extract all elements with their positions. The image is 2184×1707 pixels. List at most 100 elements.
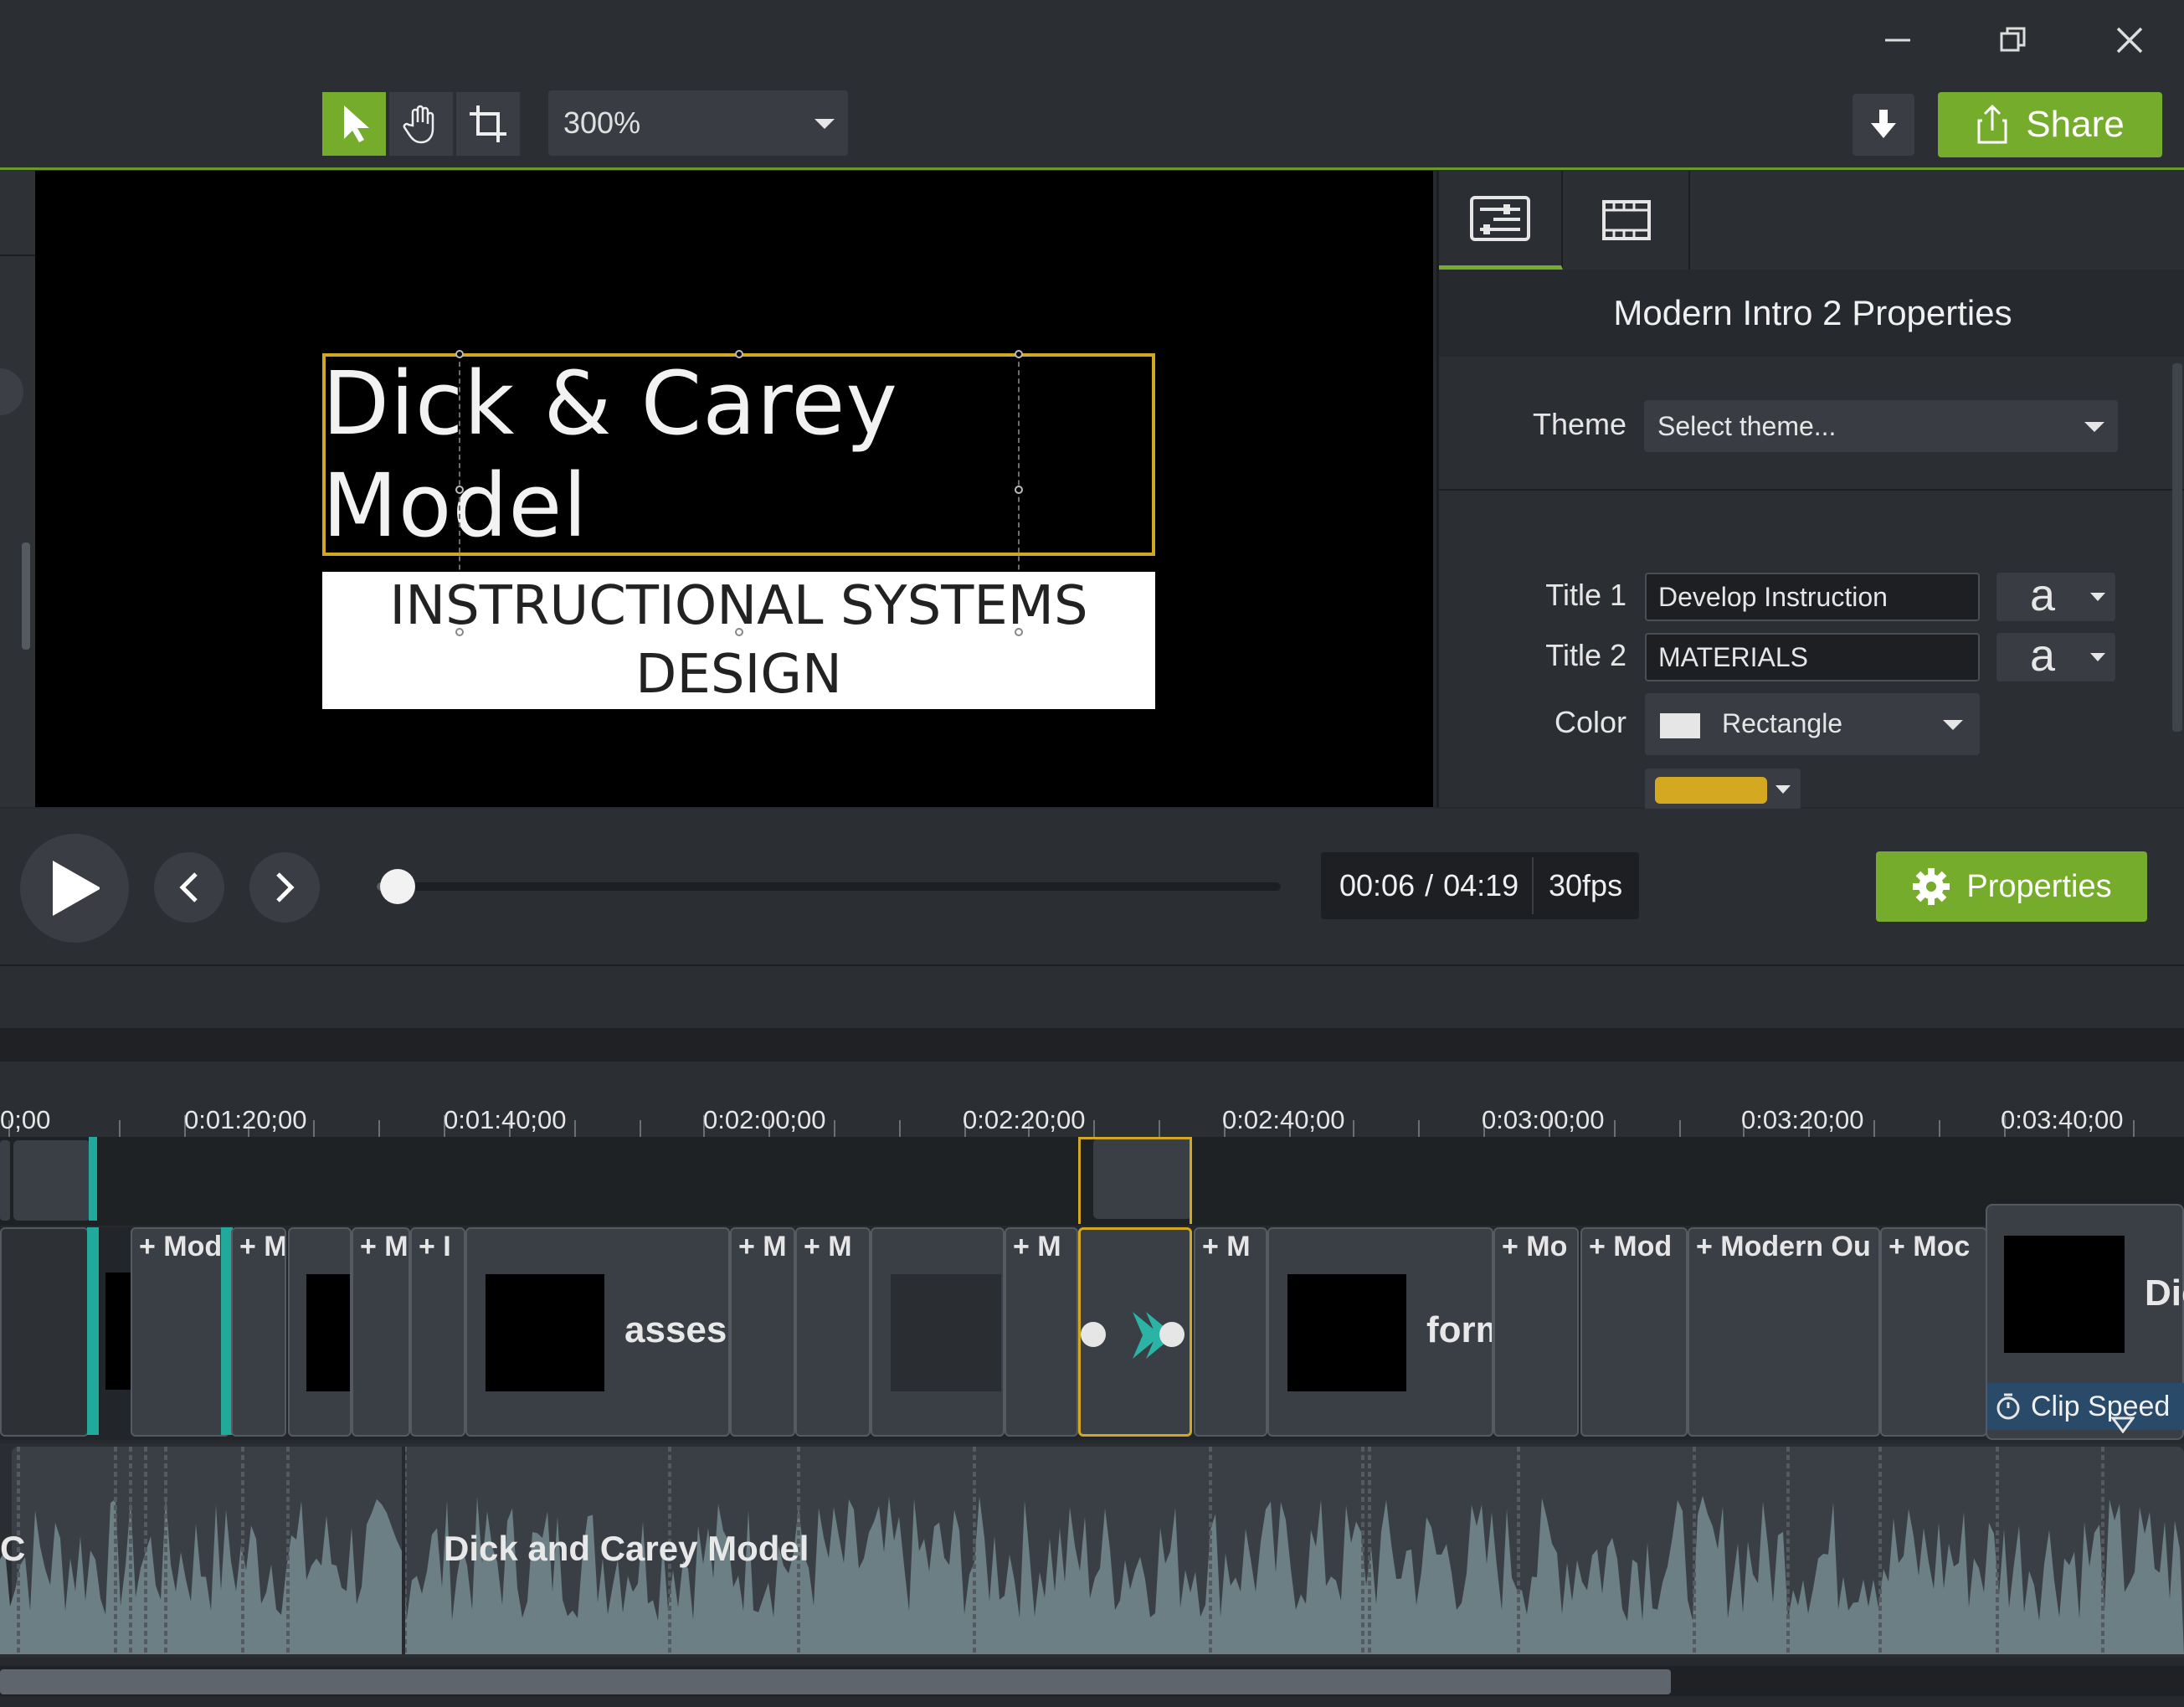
panel-toggle[interactable]: [0, 368, 23, 415]
timeline-clip[interactable]: + I: [410, 1227, 465, 1437]
timeline-header-gap: [0, 1028, 2184, 1062]
preview-canvas[interactable]: Dick & Carey Model INSTRUCTIONAL SYSTEMS…: [35, 171, 1433, 807]
stopwatch-icon: [1996, 1393, 2020, 1420]
timeline-clip[interactable]: + M: [231, 1227, 286, 1437]
share-label: Share: [2026, 104, 2125, 145]
properties-button[interactable]: Properties: [1876, 851, 2147, 922]
scrubber-handle[interactable]: [379, 869, 415, 904]
title1-font-select[interactable]: a: [1996, 573, 2115, 621]
zoom-select[interactable]: 300%: [548, 90, 848, 156]
selected-timeline-clip[interactable]: [1078, 1227, 1192, 1437]
crop-tool-button[interactable]: [456, 92, 520, 156]
tab-visual-properties[interactable]: [1439, 171, 1563, 270]
color-picker[interactable]: [1645, 769, 1801, 810]
timeline-scroll-thumb[interactable]: [0, 1669, 1671, 1694]
resize-handle[interactable]: [735, 628, 743, 636]
ruler-label: 0:03:40;00: [2001, 1105, 2124, 1134]
share-button[interactable]: Share: [1938, 92, 2162, 157]
resize-handle[interactable]: [1015, 628, 1023, 636]
timeline-clip[interactable]: [0, 1227, 89, 1437]
timeline-clip[interactable]: [13, 1140, 90, 1221]
resize-handle[interactable]: [455, 486, 464, 494]
theme-value: Select theme...: [1657, 410, 1837, 441]
audio-clip-divider: [402, 1447, 405, 1654]
timeline-clip[interactable]: assess: [465, 1227, 730, 1437]
audio-track[interactable]: C Dick and Carey Model: [0, 1443, 2184, 1658]
timeline-ruler[interactable]: 0;00 0:01:20;00 0:01:40;00 0:02:00;00 0:…: [0, 1062, 2184, 1137]
next-button[interactable]: [249, 852, 320, 923]
timeline-clip[interactable]: form: [1267, 1227, 1493, 1437]
download-button[interactable]: [1853, 94, 1914, 156]
crop-icon: [470, 105, 506, 142]
timeline-clip[interactable]: + Mod: [131, 1227, 229, 1437]
timeline-clip[interactable]: + Modern Ou: [1688, 1227, 1880, 1437]
clip-handle-left[interactable]: [1081, 1322, 1106, 1347]
fps-value[interactable]: 30fps: [1549, 868, 1622, 903]
chevron-down-icon: [815, 119, 835, 129]
ruler-tick: [313, 1120, 315, 1137]
gear-icon: [1913, 868, 1950, 905]
resize-handle[interactable]: [1015, 350, 1023, 358]
previous-button[interactable]: [154, 852, 224, 923]
close-button[interactable]: [2104, 17, 2155, 64]
resize-handle[interactable]: [455, 350, 464, 358]
title1-input[interactable]: Develop Instruction: [1645, 573, 1980, 621]
restore-button[interactable]: [1988, 17, 2038, 64]
ruler-tick: [899, 1120, 901, 1137]
color-target-value: Rectangle: [1722, 708, 1843, 738]
timeline-clip[interactable]: + M: [1005, 1227, 1078, 1437]
timeline-clip[interactable]: [288, 1227, 352, 1437]
color-label: Color: [1554, 705, 1626, 739]
canvas-title-text[interactable]: Dick & Carey Model: [322, 352, 1155, 557]
clip-handle-right[interactable]: [1159, 1322, 1184, 1347]
clip-label: + M: [1013, 1231, 1061, 1262]
timeline-clip[interactable]: + Moc: [1880, 1227, 1987, 1437]
subtitle-box[interactable]: INSTRUCTIONAL SYSTEMS DESIGN: [322, 572, 1155, 709]
pan-tool-button[interactable]: [389, 92, 453, 156]
clip-thumbnail: [1287, 1274, 1406, 1391]
ruler-tick: [119, 1120, 121, 1137]
font-glyph: a: [2030, 570, 2056, 620]
theme-label: Theme: [1532, 407, 1626, 441]
chevron-down-icon: [2090, 653, 2105, 661]
time-display: 00:06 / 04:19 30fps: [1321, 852, 1639, 919]
clip-label: + Mod: [1589, 1231, 1673, 1262]
timeline-clip[interactable]: + M: [1194, 1227, 1267, 1437]
scrubber-track[interactable]: [377, 882, 1281, 891]
timeline-clip[interactable]: + M: [352, 1227, 410, 1437]
title2-input[interactable]: MATERIALS: [1645, 633, 1980, 681]
resize-handle[interactable]: [455, 628, 464, 636]
title2-font-select[interactable]: a: [1996, 633, 2115, 681]
clip-label: + Moc: [1889, 1231, 1971, 1262]
color-target-select[interactable]: Rectangle: [1645, 693, 1980, 755]
play-button[interactable]: [20, 834, 129, 943]
clip-title: Dic: [2145, 1273, 2184, 1314]
minimize-button[interactable]: [1873, 17, 1923, 64]
film-strip-icon: [1602, 200, 1651, 240]
resize-handle[interactable]: [1015, 486, 1023, 494]
chevron-right-icon: [276, 872, 295, 902]
resize-handle[interactable]: [735, 350, 743, 358]
clip-speed-badge[interactable]: Clip Speed: [1987, 1383, 2184, 1430]
properties-scrollbar[interactable]: [2172, 363, 2182, 732]
tab-media-properties[interactable]: [1565, 171, 1690, 270]
select-tool-button[interactable]: [322, 92, 386, 156]
title2-label: Title 2: [1545, 638, 1626, 672]
current-time: 00:06: [1339, 868, 1416, 902]
transition-marker[interactable]: [89, 1137, 97, 1221]
playback-bar: [0, 809, 2184, 966]
chevron-left-icon: [179, 872, 198, 902]
theme-select[interactable]: Select theme...: [1644, 400, 2118, 452]
timeline-clip[interactable]: [0, 1140, 10, 1221]
left-scrollbar[interactable]: [22, 542, 30, 650]
timeline-clip[interactable]: + Mo: [1493, 1227, 1579, 1437]
minimize-icon: [1885, 39, 1910, 42]
transition-marker[interactable]: [87, 1227, 99, 1435]
selected-clip-outline: [1078, 1137, 1192, 1224]
timeline-clip[interactable]: + M: [795, 1227, 871, 1437]
clip-popup[interactable]: Dic Clip Speed: [1986, 1204, 2184, 1440]
timeline-clip[interactable]: + M: [730, 1227, 795, 1437]
timeline-clip[interactable]: [871, 1227, 1005, 1437]
timeline-clip[interactable]: + Mod: [1580, 1227, 1688, 1437]
timeline-track-1[interactable]: [0, 1137, 2184, 1226]
